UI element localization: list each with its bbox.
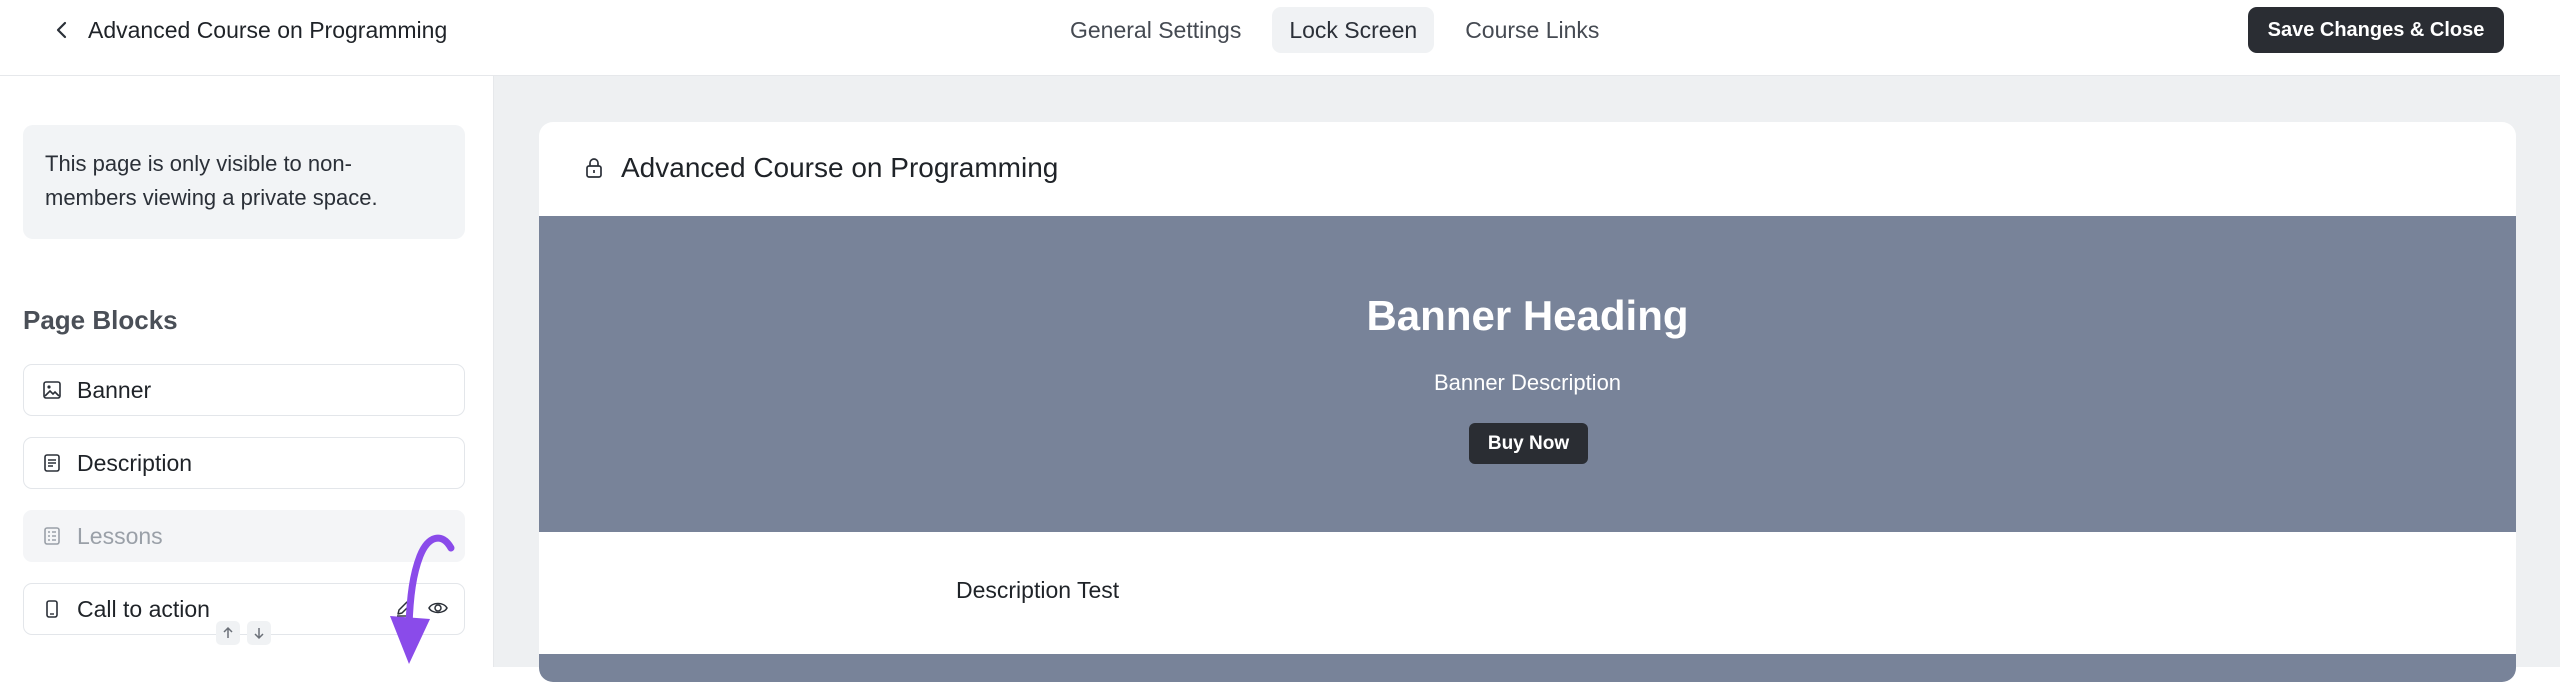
preview-title: Advanced Course on Programming [621, 152, 1059, 183]
save-changes-close-button[interactable]: Save Changes & Close [2248, 7, 2504, 53]
annotation-arrow-icon [390, 534, 455, 664]
chevron-left-icon [56, 21, 67, 39]
lock-screen-preview-card: Advanced Course on Programming Banner He… [539, 122, 2516, 682]
preview-area: Advanced Course on Programming Banner He… [494, 76, 2560, 682]
tab-bar: General Settings Lock Screen Course Link… [1053, 7, 1616, 53]
page-blocks-heading: Page Blocks [23, 305, 178, 335]
preview-header: Advanced Course on Programming [539, 122, 2516, 216]
block-label: Description [77, 449, 193, 476]
banner-block: Banner Heading Banner Description Buy No… [539, 216, 2516, 532]
block-label: Banner [77, 376, 152, 403]
block-label: Call to action [77, 595, 210, 622]
move-down-button[interactable] [247, 621, 271, 645]
lock-icon [586, 158, 602, 178]
move-up-button[interactable] [216, 621, 240, 645]
arrow-up-icon [223, 626, 233, 638]
image-icon [41, 379, 63, 401]
next-block-strip [539, 654, 2516, 682]
tab-course-links[interactable]: Course Links [1448, 7, 1616, 53]
arrow-down-icon [254, 628, 264, 640]
description-text: Description Test [956, 577, 1120, 603]
block-label: Lessons [77, 522, 163, 549]
block-banner[interactable]: Banner [23, 364, 465, 416]
document-icon [41, 452, 63, 474]
buy-now-button[interactable]: Buy Now [1469, 423, 1588, 464]
list-icon [41, 525, 63, 547]
top-bar: Advanced Course on Programming General S… [0, 0, 2560, 76]
banner-description: Banner Description [1433, 370, 1622, 395]
back-button[interactable] [50, 18, 74, 42]
tab-general-settings[interactable]: General Settings [1053, 7, 1258, 53]
banner-heading: Banner Heading [1366, 292, 1689, 339]
visibility-note: This page is only visible to non-members… [23, 125, 465, 239]
tab-lock-screen[interactable]: Lock Screen [1272, 7, 1435, 53]
block-description[interactable]: Description [23, 437, 465, 489]
sidebar: This page is only visible to non-members… [0, 76, 494, 667]
phone-icon [41, 598, 63, 620]
page-title: Advanced Course on Programming [88, 17, 448, 43]
